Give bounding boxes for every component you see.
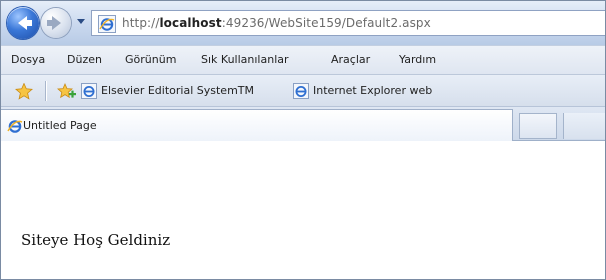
forward-button[interactable] bbox=[41, 8, 71, 38]
menu-item-file[interactable]: Dosya bbox=[11, 53, 45, 66]
new-tab-button[interactable] bbox=[519, 113, 557, 139]
menu-item-favorites[interactable]: Sık Kullanılanlar bbox=[201, 53, 289, 66]
history-dropdown-icon[interactable] bbox=[77, 19, 85, 24]
ie-page-icon bbox=[293, 83, 309, 99]
tab-title: Untitled Page bbox=[23, 119, 97, 132]
favorite-link-internet-explorer[interactable]: Internet Explorer web bbox=[313, 84, 432, 97]
menu-item-edit[interactable]: Düzen bbox=[67, 53, 102, 66]
tab-bar-filler bbox=[563, 113, 605, 139]
page-content: Siteye Hoş Geldiniz bbox=[1, 141, 605, 279]
address-toolbar: http://localhost:49236/WebSite159/Defaul… bbox=[1, 1, 605, 45]
browser-window: http://localhost:49236/WebSite159/Defaul… bbox=[0, 0, 606, 280]
tab-bar: Untitled Page bbox=[1, 107, 605, 141]
toolbar-separator bbox=[45, 81, 46, 101]
ie-page-icon bbox=[98, 15, 116, 33]
favorites-bar: Elsevier Editorial SystemTM Internet Exp… bbox=[1, 75, 605, 107]
menu-item-help[interactable]: Yardım bbox=[399, 53, 436, 66]
menu-item-view[interactable]: Görünüm bbox=[125, 53, 176, 66]
ie-page-icon bbox=[81, 83, 97, 99]
back-button[interactable] bbox=[7, 7, 39, 39]
ie-logo-icon bbox=[7, 120, 23, 133]
favorites-star-icon[interactable] bbox=[15, 83, 33, 100]
forward-arrow-icon bbox=[47, 16, 61, 30]
add-to-favorites-icon[interactable] bbox=[57, 83, 77, 100]
menu-item-tools[interactable]: Araçlar bbox=[331, 53, 370, 66]
menu-bar: Dosya Düzen Görünüm Sık Kullanılanlar Ar… bbox=[1, 45, 605, 75]
back-arrow-icon bbox=[18, 16, 32, 30]
favorite-link-elsevier[interactable]: Elsevier Editorial SystemTM bbox=[101, 84, 254, 97]
welcome-text: Siteye Hoş Geldiniz bbox=[21, 231, 171, 249]
tab-active[interactable]: Untitled Page bbox=[1, 109, 513, 141]
url-text: http://localhost:49236/WebSite159/Defaul… bbox=[122, 16, 431, 30]
address-input[interactable]: http://localhost:49236/WebSite159/Defaul… bbox=[91, 10, 605, 36]
